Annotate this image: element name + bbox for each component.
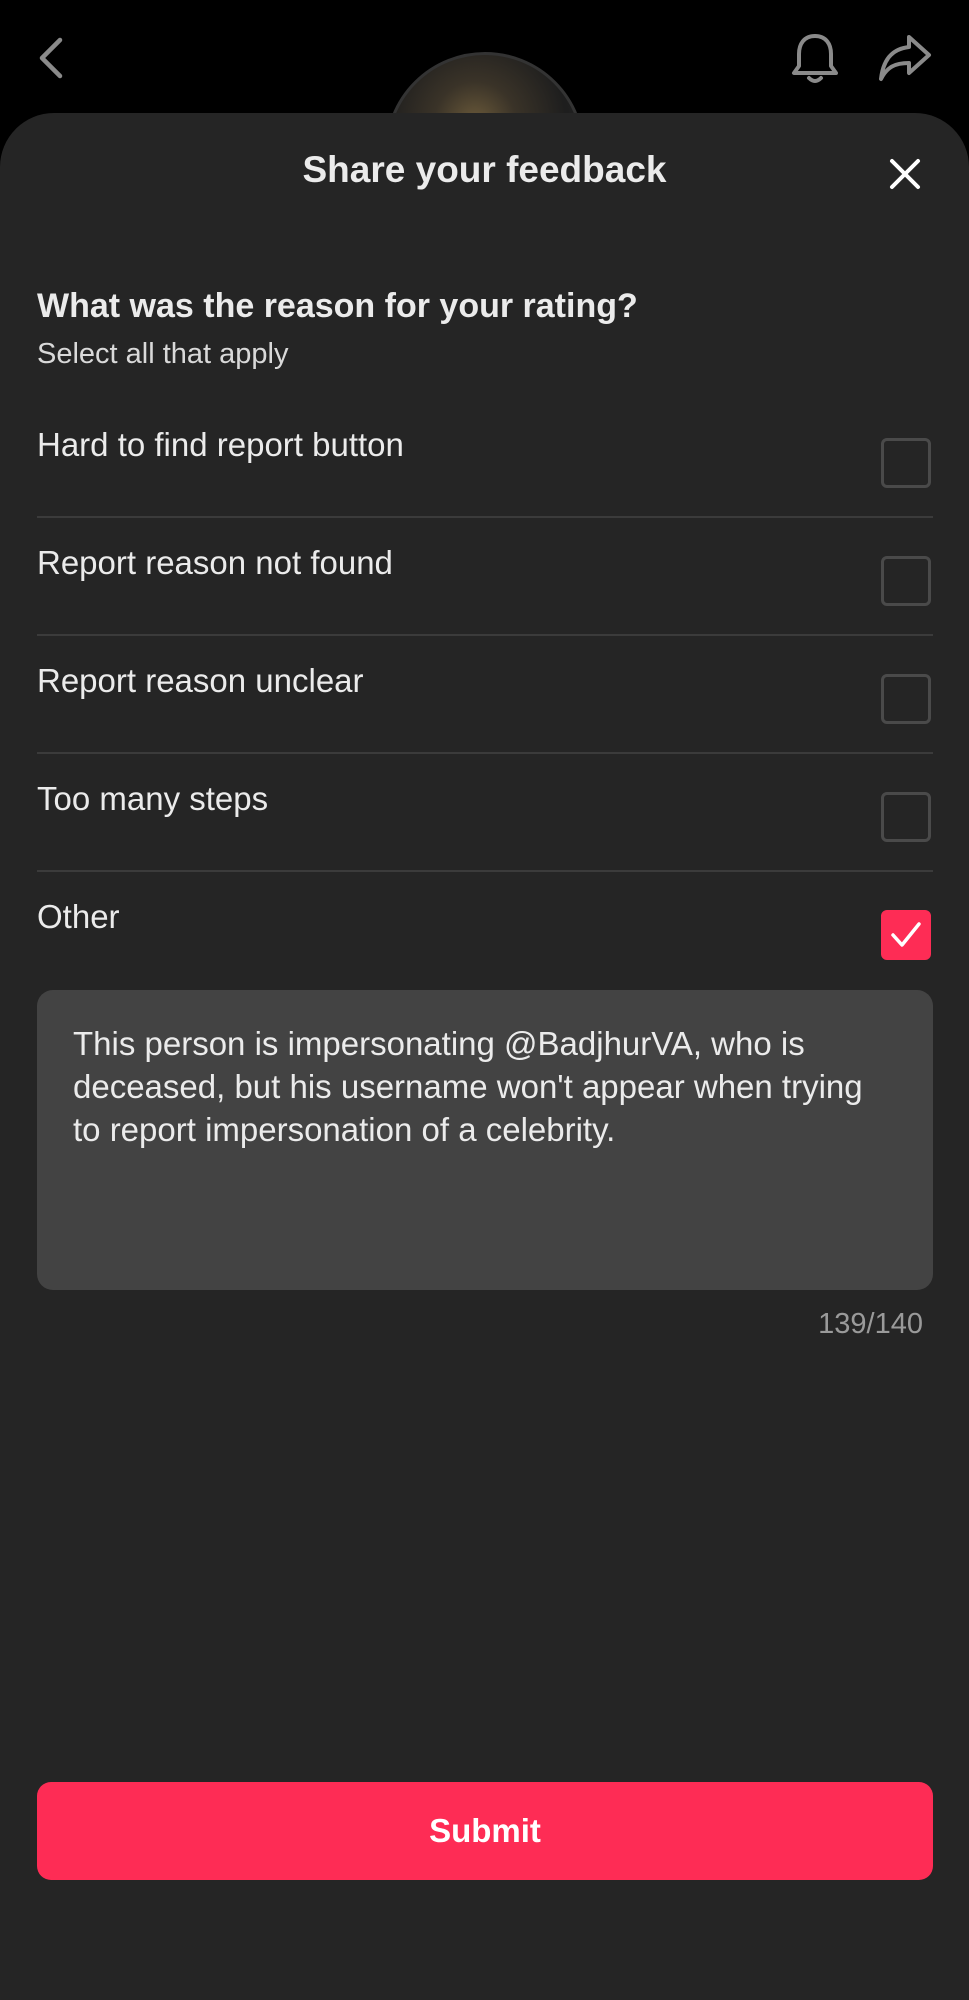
other-reason-textarea[interactable]: This person is impersonating @BadjhurVA,… xyxy=(37,990,933,1290)
share-icon xyxy=(879,35,931,81)
bell-icon xyxy=(792,34,838,83)
submit-button[interactable]: Submit xyxy=(37,1782,933,1880)
back-button[interactable] xyxy=(22,28,82,88)
option-report-reason-unclear[interactable]: Report reason unclear xyxy=(37,636,933,754)
question-title: What was the reason for your rating? xyxy=(37,287,638,325)
question-subtitle: Select all that apply xyxy=(37,338,289,370)
option-label: Hard to find report button xyxy=(37,426,404,463)
checkbox[interactable] xyxy=(881,674,931,724)
checkbox[interactable] xyxy=(881,438,931,488)
checkbox[interactable] xyxy=(881,792,931,842)
checkbox[interactable] xyxy=(881,556,931,606)
option-label: Other xyxy=(37,898,120,935)
option-label: Too many steps xyxy=(37,780,269,817)
option-label: Report reason not found xyxy=(37,544,393,581)
checkbox-checked[interactable] xyxy=(881,910,931,960)
notifications-button[interactable] xyxy=(785,28,845,88)
option-label: Report reason unclear xyxy=(37,662,364,699)
option-report-reason-not-found[interactable]: Report reason not found xyxy=(37,518,933,636)
option-hard-to-find-report-button[interactable]: Hard to find report button xyxy=(37,400,933,518)
chevron-left-icon xyxy=(39,37,63,79)
sheet-title: Share your feedback xyxy=(302,149,667,190)
character-counter: 139/140 xyxy=(818,1308,923,1340)
close-button[interactable] xyxy=(876,145,934,203)
checkmark-icon xyxy=(891,922,921,947)
close-icon xyxy=(890,159,920,189)
option-too-many-steps[interactable]: Too many steps xyxy=(37,754,933,872)
option-other[interactable]: Other xyxy=(37,872,933,990)
share-button[interactable] xyxy=(875,28,935,88)
